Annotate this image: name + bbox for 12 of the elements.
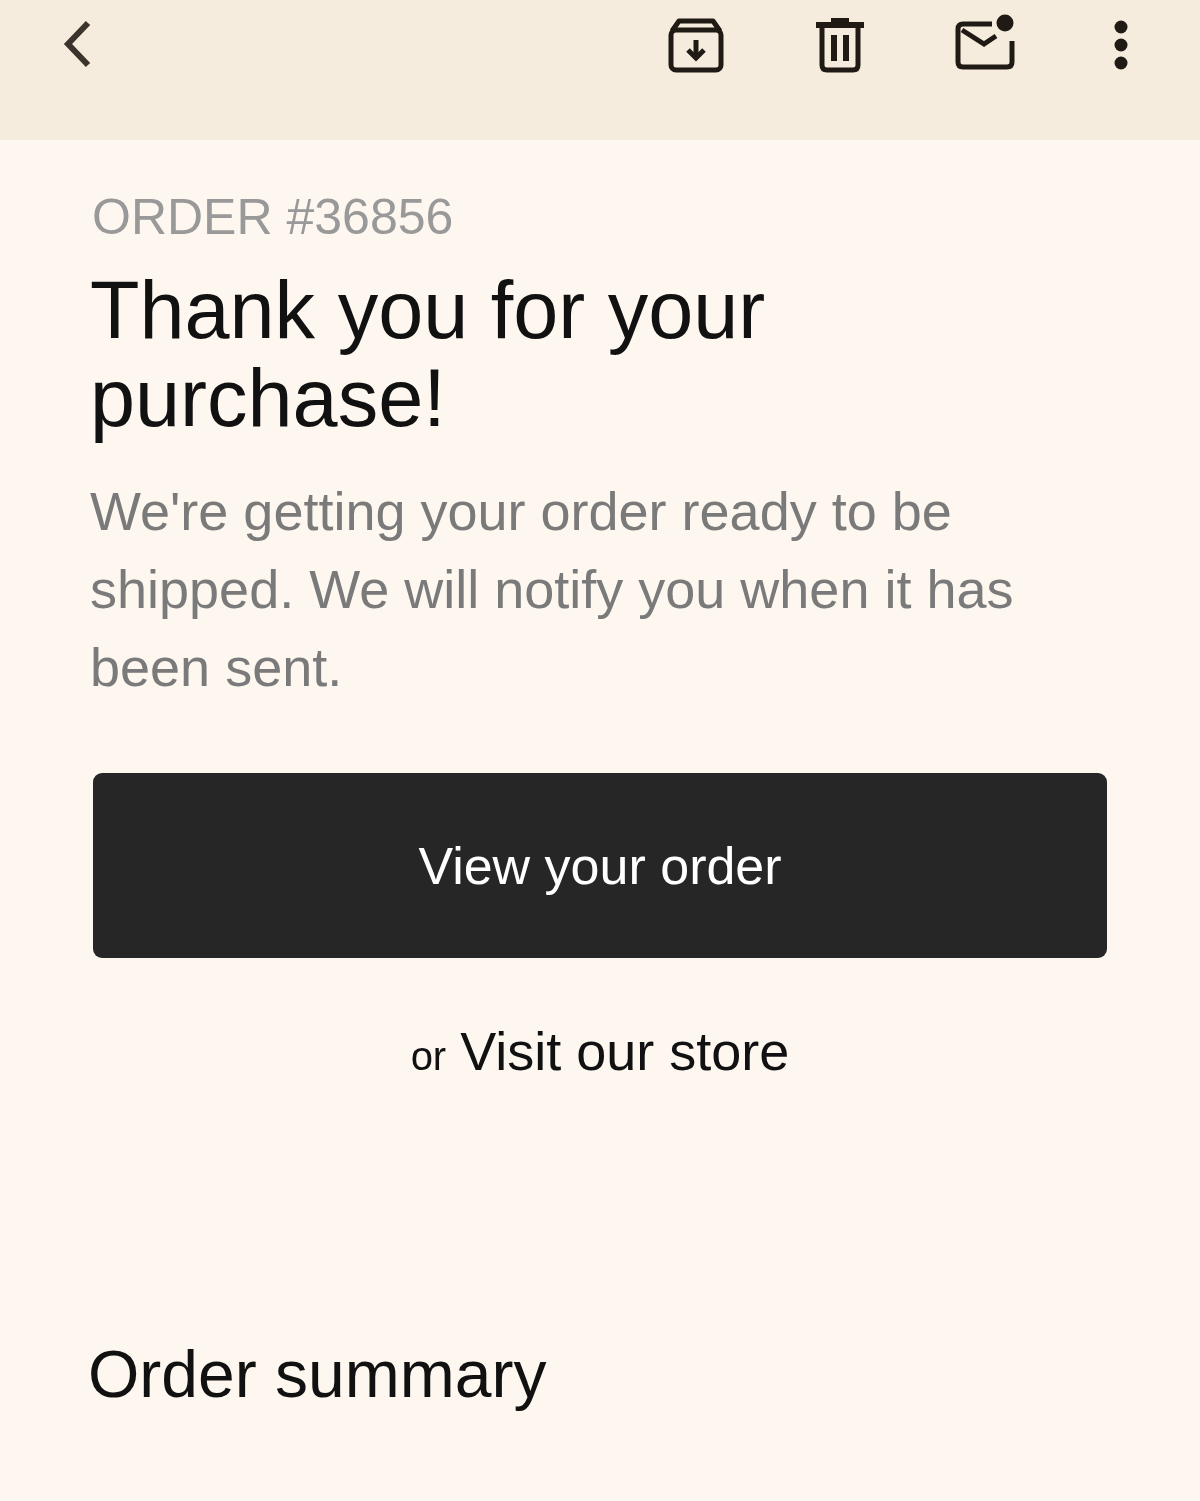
- back-icon[interactable]: [62, 20, 92, 68]
- or-text: or: [410, 1033, 447, 1080]
- shipping-message: We're getting your order ready to be shipped. We will notify you when it has been sent.: [90, 480, 1015, 699]
- archive-icon[interactable]: [668, 18, 724, 73]
- trash-icon[interactable]: [816, 18, 864, 73]
- thank-you-heading: Thank you for your purchase!: [90, 266, 767, 442]
- more-menu-icon[interactable]: [1112, 20, 1130, 70]
- envelope-dot-icon[interactable]: [954, 14, 1016, 70]
- visit-store-link[interactable]: Visit our store: [460, 1019, 790, 1083]
- order-number: ORDER #36856: [92, 188, 454, 247]
- order-summary-heading: Order summary: [88, 1336, 547, 1412]
- view-order-button[interactable]: View your order: [93, 773, 1107, 958]
